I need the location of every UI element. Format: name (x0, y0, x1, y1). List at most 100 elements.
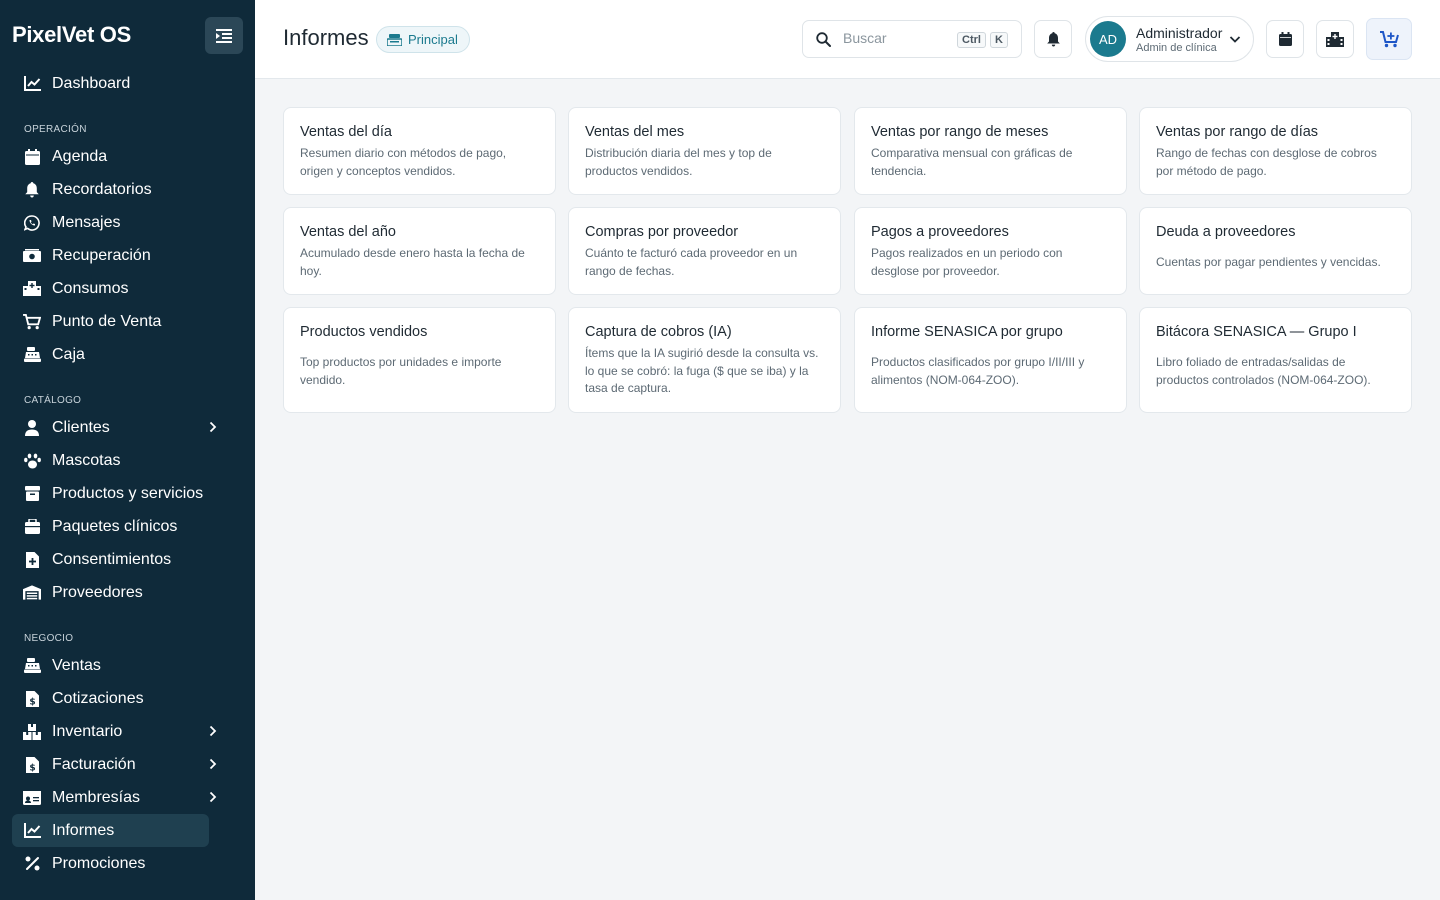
chevron-right-icon (205, 723, 221, 739)
bell-icon (23, 181, 41, 199)
report-card-title: Pagos a proveedores (871, 224, 1009, 240)
sidebar-item-recuperacion[interactable]: Recuperación (12, 239, 209, 272)
cart-icon (23, 313, 41, 331)
paw-icon (23, 452, 41, 470)
hospital-icon (23, 280, 41, 298)
sidebar-item-label: Proveedores (52, 583, 143, 601)
sidebar-item-dashboard[interactable]: Dashboard (12, 67, 209, 100)
sidebar-item-punto-de-venta[interactable]: Punto de Venta (12, 305, 209, 338)
hospital-icon (1326, 31, 1344, 47)
report-card-description: Productos clasificados por grupo I/II/II… (871, 355, 1085, 387)
report-card-description: Distribución diaria del mes y top de pro… (585, 146, 772, 178)
report-card-ventas-del-dia[interactable]: Ventas del día Resumen diario con métodos… (283, 107, 556, 195)
report-card-bitacora-senasica-grupo-i[interactable]: Bitácora SENASICA — Grupo I Libro foliado… (1139, 307, 1412, 413)
sidebar-item-label: Membresías (52, 788, 141, 806)
calendar-button[interactable] (1266, 20, 1304, 58)
report-card-description: Pagos realizados en un periodo con desgl… (871, 246, 1063, 278)
sidebar-item-ventas[interactable]: Ventas (12, 649, 209, 682)
calendar-icon (1278, 32, 1292, 46)
report-card-description: Cuánto te facturó cada proveedor en un r… (585, 246, 798, 278)
sidebar-item-label: Dashboard (52, 74, 131, 92)
sidebar-item-recordatorios[interactable]: Recordatorios (12, 173, 209, 206)
report-card-description: Libro foliado de entradas/salidas de pro… (1156, 355, 1371, 387)
report-card-description: Ítems que la IA sugirió desde la consult… (585, 346, 819, 395)
notifications-button[interactable] (1034, 20, 1072, 58)
report-card-title: Deuda a proveedores (1156, 224, 1296, 240)
sidebar-item-label: Mascotas (52, 451, 121, 469)
sidebar-item-caja[interactable]: Caja (12, 338, 209, 371)
chevron-down-icon (1229, 36, 1241, 43)
cash-register-icon (387, 33, 402, 46)
sidebar-item-label: Caja (52, 345, 85, 363)
sidebar-item-label: Promociones (52, 854, 146, 872)
report-card-deuda-a-proveedores[interactable]: Deuda a proveedores Cuentas por pagar pen… (1139, 207, 1412, 295)
sidebar-item-proveedores[interactable]: Proveedores (12, 576, 209, 609)
sidebar-item-membresias[interactable]: Membresías (12, 781, 217, 814)
user-menu[interactable]: AD Administrador Admin de clínica (1085, 16, 1254, 62)
report-card-title: Informe SENASICA por grupo (871, 324, 1063, 340)
whatsapp-icon (23, 214, 41, 232)
report-card-ventas-del-mes[interactable]: Ventas del mes Distribución diaria del me… (568, 107, 841, 195)
report-card-informe-senasica-por-grupo[interactable]: Informe SENASICA por grupo Productos clas… (854, 307, 1127, 413)
report-card-title: Bitácora SENASICA — Grupo I (1156, 324, 1357, 340)
user-icon (23, 419, 41, 437)
file-invoice-icon: $ (23, 756, 41, 774)
sidebar-item-agenda[interactable]: Agenda (12, 140, 209, 173)
sidebar-item-mensajes[interactable]: Mensajes (12, 206, 209, 239)
sidebar-item-consentimientos[interactable]: Consentimientos (12, 543, 209, 576)
report-card-pagos-a-proveedores[interactable]: Pagos a proveedores Pagos realizados en u… (854, 207, 1127, 295)
collapse-sidebar-button[interactable] (205, 17, 243, 54)
sidebar-item-label: Mensajes (52, 213, 121, 231)
report-card-description: Resumen diario con métodos de pago, orig… (300, 146, 507, 178)
search-input[interactable] (843, 30, 953, 46)
sidebar-item-cotizaciones[interactable]: $ Cotizaciones (12, 682, 209, 715)
sidebar-item-mascotas[interactable]: Mascotas (12, 444, 209, 477)
sidebar-item-productos-y-servicios[interactable]: Productos y servicios (12, 477, 209, 510)
report-card-ventas-por-rango-de-dias[interactable]: Ventas por rango de días Rango de fechas … (1139, 107, 1412, 195)
svg-text:$: $ (29, 697, 35, 707)
sidebar-item-inventario[interactable]: Inventario (12, 715, 217, 748)
box-icon (23, 485, 41, 503)
sidebar-item-facturacion[interactable]: $ Facturación (12, 748, 217, 781)
sidebar-section-label: NEGOCIO (24, 633, 74, 644)
sidebar-item-promociones[interactable]: Promociones (12, 847, 209, 880)
cart-plus-icon (1379, 30, 1399, 47)
report-card-ventas-por-rango-de-meses[interactable]: Ventas por rango de meses Comparativa men… (854, 107, 1127, 195)
app-brand: PixelVet OS (12, 22, 131, 47)
bell-icon (1046, 31, 1060, 46)
chevron-right-icon (205, 419, 221, 435)
report-card-productos-vendidos[interactable]: Productos vendidos Top productos por unid… (283, 307, 556, 413)
chart-line-icon (23, 75, 41, 93)
chevron-right-icon (205, 756, 221, 772)
report-card-description: Comparativa mensual con gráficas de tend… (871, 146, 1073, 178)
report-card-description: Acumulado desde enero hasta la fecha de … (300, 246, 525, 278)
percent-icon (23, 855, 41, 873)
id-card-icon (23, 789, 41, 807)
sidebar-item-paquetes-clinicos[interactable]: Paquetes clínicos (12, 510, 209, 543)
sidebar-item-informes[interactable]: Informes (12, 814, 209, 847)
sidebar-item-clientes[interactable]: Clientes (12, 411, 217, 444)
clinic-button[interactable] (1316, 20, 1354, 58)
report-card-captura-de-cobros-ia[interactable]: Captura de cobros (IA) Ítems que la IA su… (568, 307, 841, 413)
boxes-icon (23, 723, 41, 741)
report-card-compras-por-proveedor[interactable]: Compras por proveedor Cuánto te facturó c… (568, 207, 841, 295)
search-box[interactable]: Ctrl K (802, 20, 1022, 58)
cash-register-icon (23, 346, 41, 364)
report-card-title: Ventas por rango de meses (871, 124, 1049, 140)
sidebar-item-consumos[interactable]: Consumos (12, 272, 209, 305)
report-card-ventas-del-ano[interactable]: Ventas del año Acumulado desde enero hast… (283, 207, 556, 295)
sidebar-item-label: Cotizaciones (52, 689, 144, 707)
svg-text:$: $ (29, 763, 35, 773)
user-name: Administrador (1136, 25, 1223, 41)
sidebar-item-label: Facturación (52, 755, 136, 773)
sidebar-item-label: Consentimientos (52, 550, 172, 568)
branch-badge-label: Principal (408, 32, 458, 47)
cash-register-icon (23, 657, 41, 675)
report-card-title: Compras por proveedor (585, 224, 739, 240)
sidebar-item-label: Punto de Venta (52, 312, 162, 330)
file-invoice-dollar-icon: $ (23, 690, 41, 708)
sidebar-item-label: Consumos (52, 279, 129, 297)
branch-badge[interactable]: Principal (376, 26, 470, 53)
calendar-icon (23, 148, 41, 166)
cart-button[interactable] (1366, 18, 1412, 60)
